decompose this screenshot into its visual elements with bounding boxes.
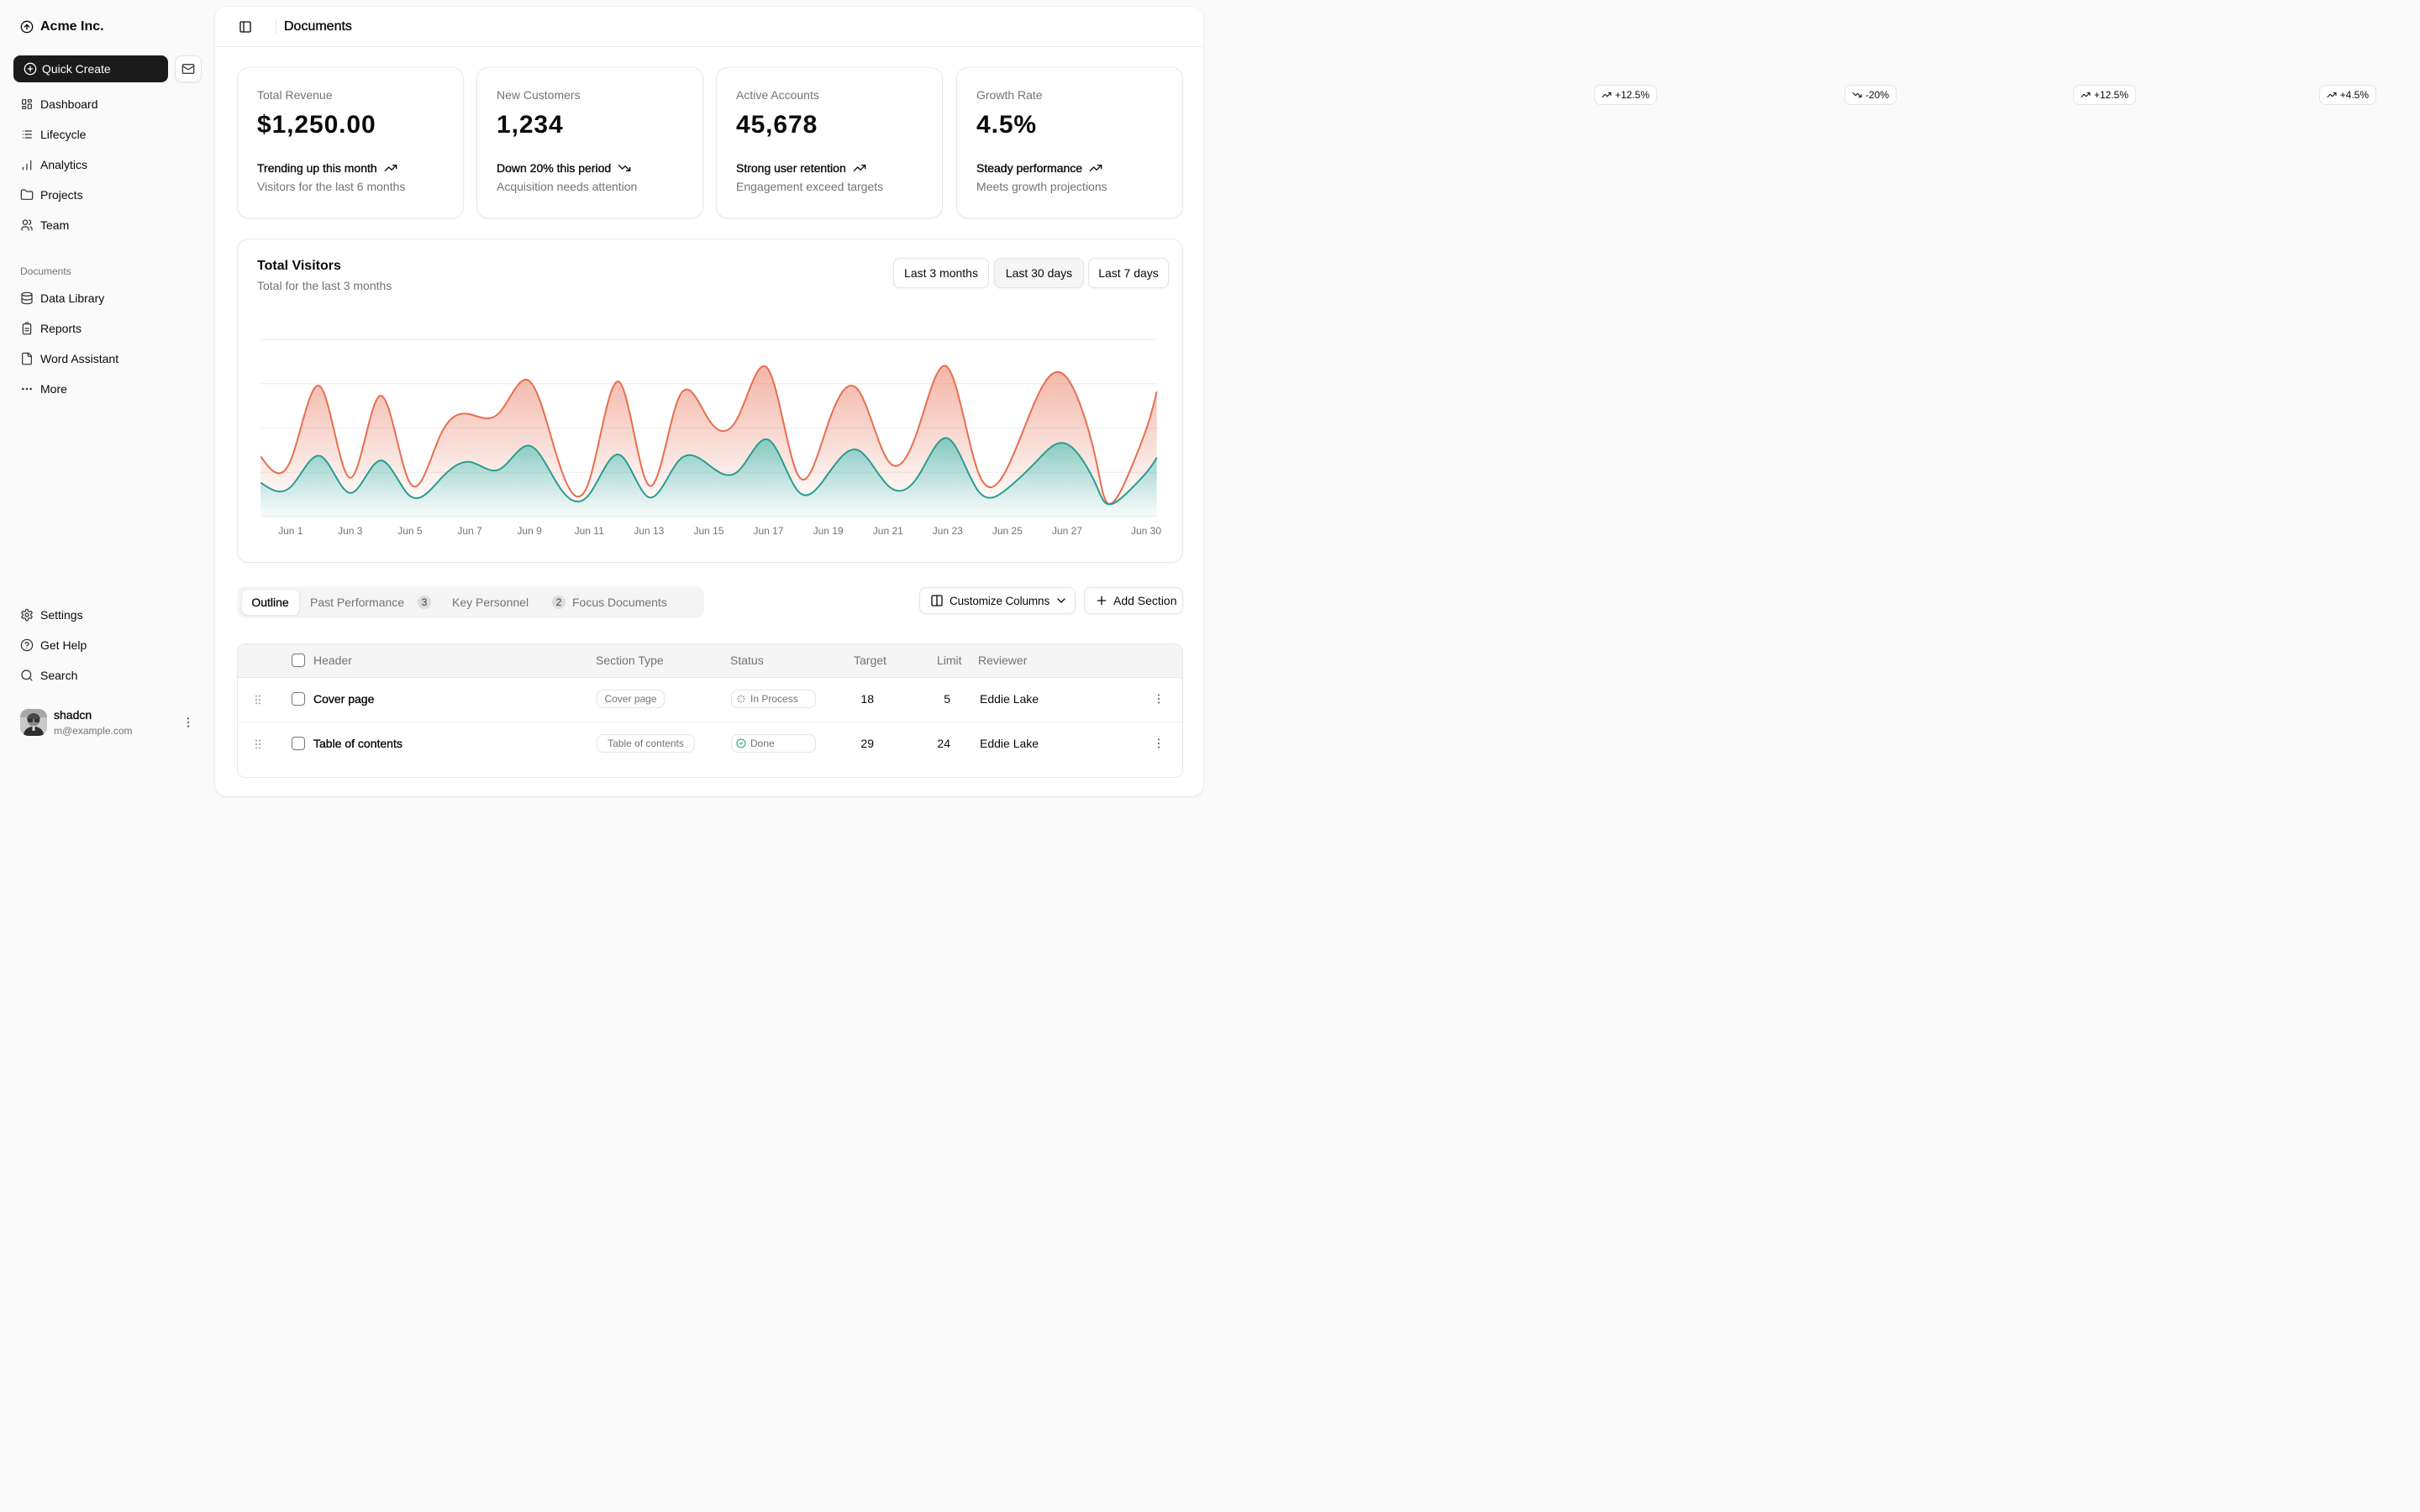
svg-text:Jun 19: Jun 19 [813,525,844,537]
svg-text:Jun 9: Jun 9 [517,525,542,537]
svg-text:Jun 15: Jun 15 [693,525,723,537]
svg-text:Jun 3: Jun 3 [338,525,363,537]
svg-text:Jun 1: Jun 1 [278,525,303,537]
svg-text:Jun 13: Jun 13 [634,525,664,537]
svg-text:Jun 30: Jun 30 [1131,525,1161,537]
svg-text:Jun 17: Jun 17 [753,525,783,537]
svg-text:Jun 27: Jun 27 [1052,525,1082,537]
svg-text:Jun 5: Jun 5 [397,525,423,537]
svg-text:Jun 11: Jun 11 [575,525,604,537]
svg-text:Jun 23: Jun 23 [933,525,963,537]
svg-text:Jun 25: Jun 25 [992,525,1023,537]
svg-text:Jun 7: Jun 7 [457,525,482,537]
svg-text:Jun 21: Jun 21 [873,525,903,537]
